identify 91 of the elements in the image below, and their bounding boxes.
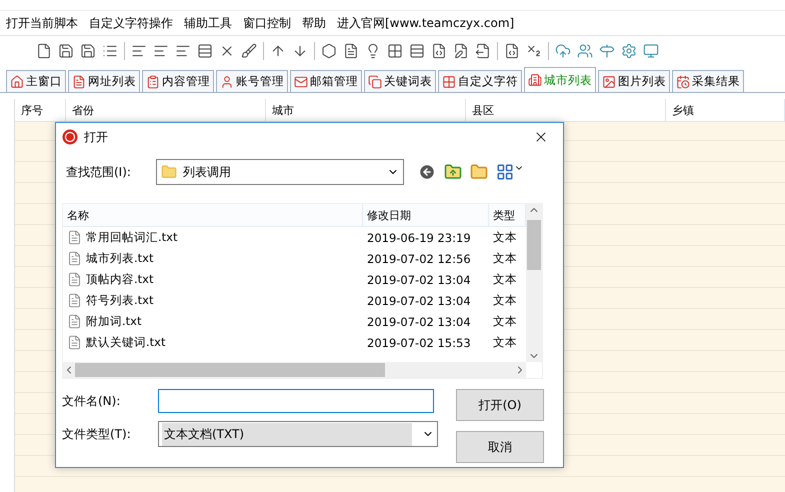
align-icon[interactable]: [131, 43, 147, 59]
text-file-icon: [67, 272, 82, 287]
export-file-icon[interactable]: [475, 43, 491, 59]
new-folder-button[interactable]: [470, 163, 488, 181]
file-icon[interactable]: [36, 43, 52, 59]
column-header[interactable]: 乡镇: [666, 99, 785, 122]
column-header[interactable]: 名称: [63, 204, 363, 227]
tab[interactable]: 内容管理: [142, 70, 214, 92]
file-name-label: 文件名(N):: [62, 392, 122, 410]
menu-item[interactable]: 窗口控制: [243, 14, 291, 32]
rows-icon[interactable]: [197, 43, 213, 59]
subscript-icon[interactable]: [526, 43, 542, 59]
document-icon: [72, 74, 86, 88]
building-icon: [528, 73, 542, 87]
home-icon: [10, 74, 24, 88]
mail-icon: [294, 74, 308, 88]
align-icon[interactable]: [175, 43, 191, 59]
tab[interactable]: 邮箱管理: [290, 70, 362, 92]
file-type: 文本: [493, 251, 517, 266]
cloud-upload-icon[interactable]: [555, 43, 571, 59]
look-in-label: 查找范围(I):: [66, 164, 132, 180]
tab[interactable]: 主窗口: [6, 70, 66, 92]
save-icon[interactable]: [58, 43, 74, 59]
file-type: 文本: [493, 230, 517, 245]
text-file-icon: [67, 251, 82, 266]
file-name[interactable]: 默认关键词.txt: [86, 335, 166, 350]
text-file-icon: [67, 293, 82, 308]
tab[interactable]: 账号管理: [216, 70, 288, 92]
tab[interactable]: 城市列表: [524, 67, 596, 92]
menu-item[interactable]: 辅助工具: [184, 14, 232, 32]
column-header[interactable]: 修改日期: [363, 204, 489, 227]
rows-icon[interactable]: [409, 43, 425, 59]
users-icon[interactable]: [577, 43, 593, 59]
grid-view-icon: [496, 163, 514, 181]
file-date: 2019-07-02 15:53: [367, 336, 471, 350]
file-name[interactable]: 符号列表.txt: [86, 293, 154, 308]
settings-icon[interactable]: [621, 43, 637, 59]
file-type: 文本: [493, 293, 517, 308]
cancel-button[interactable]: 取消: [456, 431, 544, 463]
file-type: 文本: [493, 335, 517, 350]
up-folder-button[interactable]: [444, 163, 462, 181]
back-button[interactable]: [418, 163, 436, 181]
copy-icon: [368, 74, 382, 88]
signpost-icon[interactable]: [599, 43, 615, 59]
file-type-dropdown[interactable]: 文本文档(TXT): [158, 421, 438, 447]
save-icon[interactable]: [80, 43, 96, 59]
image-icon: [602, 74, 616, 88]
brush-icon[interactable]: [241, 43, 257, 59]
tab[interactable]: 图片列表: [598, 70, 670, 92]
folder-icon: [161, 164, 177, 180]
file-type: 文本: [493, 314, 517, 329]
horizontal-scrollbar[interactable]: [63, 362, 526, 378]
file-date: 2019-07-02 13:04: [367, 314, 471, 328]
grid-icon: [442, 74, 456, 88]
file-name[interactable]: 常用回帖词汇.txt: [86, 230, 178, 245]
text-file-icon: [67, 230, 82, 245]
user-icon: [220, 74, 234, 88]
clipboard-icon: [146, 74, 160, 88]
text-file-icon: [67, 335, 82, 350]
file-date: 2019-07-02 12:56: [367, 252, 471, 266]
tab[interactable]: 采集结果: [672, 70, 744, 92]
file-date: 2019-07-02 13:04: [367, 294, 471, 308]
look-in-dropdown[interactable]: 列表调用: [156, 159, 404, 185]
align-icon[interactable]: [153, 43, 169, 59]
file-date: 2019-06-19 23:19: [367, 230, 471, 244]
text-file-icon: [67, 314, 82, 329]
vertical-scrollbar[interactable]: [526, 204, 542, 362]
tab[interactable]: 自定义字符: [438, 70, 522, 92]
file-date: 2019-07-02 13:04: [367, 272, 471, 286]
menu-item[interactable]: 打开当前脚本: [6, 14, 78, 32]
calendar-icon: [676, 74, 690, 88]
file-name-field[interactable]: [158, 389, 434, 413]
code-file-icon[interactable]: [431, 43, 447, 59]
file-type-label: 文件类型(T):: [62, 426, 132, 442]
view-menu-button[interactable]: [496, 163, 524, 181]
grid-icon[interactable]: [387, 43, 403, 59]
monitor-icon[interactable]: [643, 43, 659, 59]
menu-item[interactable]: 自定义字符操作: [89, 14, 173, 32]
file-name[interactable]: 城市列表.txt: [86, 251, 154, 266]
document-icon[interactable]: [343, 43, 359, 59]
menu-item[interactable]: 帮助: [302, 14, 326, 32]
tab[interactable]: 关键词表: [364, 70, 436, 92]
dialog-title: 打开: [84, 128, 109, 146]
file-type: 文本: [493, 272, 517, 287]
menu-item[interactable]: 进入官网[www.teamczyx.com]: [337, 14, 514, 32]
file-name[interactable]: 顶帖内容.txt: [86, 272, 154, 287]
tab[interactable]: 网址列表: [68, 70, 140, 92]
edit-file-icon[interactable]: [453, 43, 469, 59]
file-name[interactable]: 附加词.txt: [86, 314, 142, 329]
code-file-icon[interactable]: [504, 43, 520, 59]
open-button[interactable]: 打开(O): [456, 389, 544, 421]
